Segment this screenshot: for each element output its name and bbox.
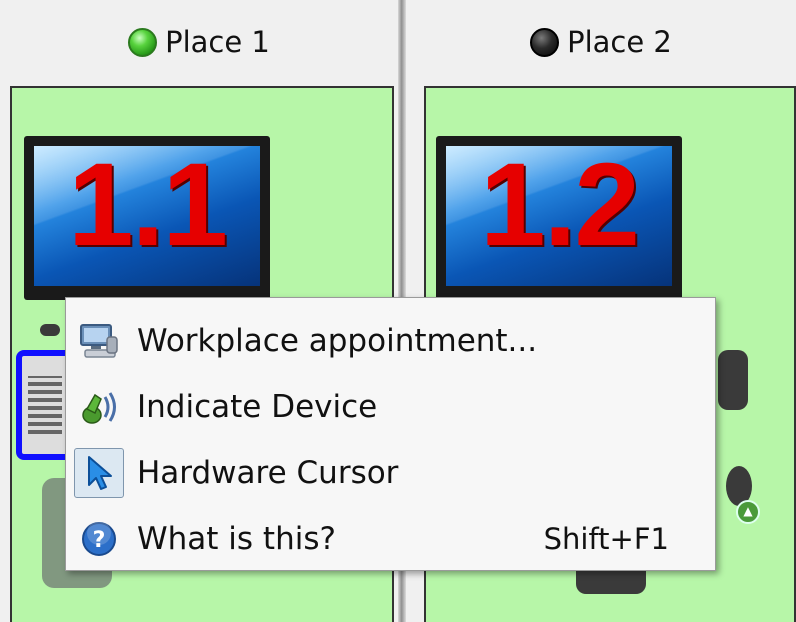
mouse-icon[interactable] [718,350,748,410]
monitor-label: 1.1 [67,139,228,271]
status-online-icon [128,27,158,57]
monitor-icon[interactable]: 1.1 [24,136,270,306]
place-header-1[interactable]: Place 1 [0,0,398,84]
indicate-device-icon [74,382,124,432]
menu-item-label: What is this? [137,521,336,557]
menu-item-shortcut: Shift+F1 [543,522,669,556]
workplace-icon [74,316,124,366]
place-title: Place 1 [165,25,270,59]
place-header-2[interactable]: Place 2 [406,0,796,84]
context-menu: Workplace appointment... Indicate Device… [65,297,716,571]
monitor-icon[interactable]: 1.2 [436,136,682,306]
menu-item-label: Indicate Device [137,389,378,425]
menu-item-hardware-cursor[interactable]: Hardware Cursor [66,440,715,506]
status-offline-icon [530,27,560,57]
menu-item-label: Hardware Cursor [137,455,399,491]
arrow-up-badge-icon: ▲ [736,500,760,524]
svg-text:?: ? [93,528,106,553]
cursor-icon [74,448,124,498]
menu-item-indicate-device[interactable]: Indicate Device [66,374,715,440]
menu-item-label: Workplace appointment... [137,323,538,359]
monitor-label: 1.2 [479,139,640,271]
place-title: Place 2 [567,25,672,59]
menu-item-workplace-appointment[interactable]: Workplace appointment... [66,308,715,374]
menu-item-what-is-this[interactable]: ? What is this? Shift+F1 [66,506,715,572]
mouse-icon[interactable] [40,324,60,336]
help-icon: ? [74,514,124,564]
